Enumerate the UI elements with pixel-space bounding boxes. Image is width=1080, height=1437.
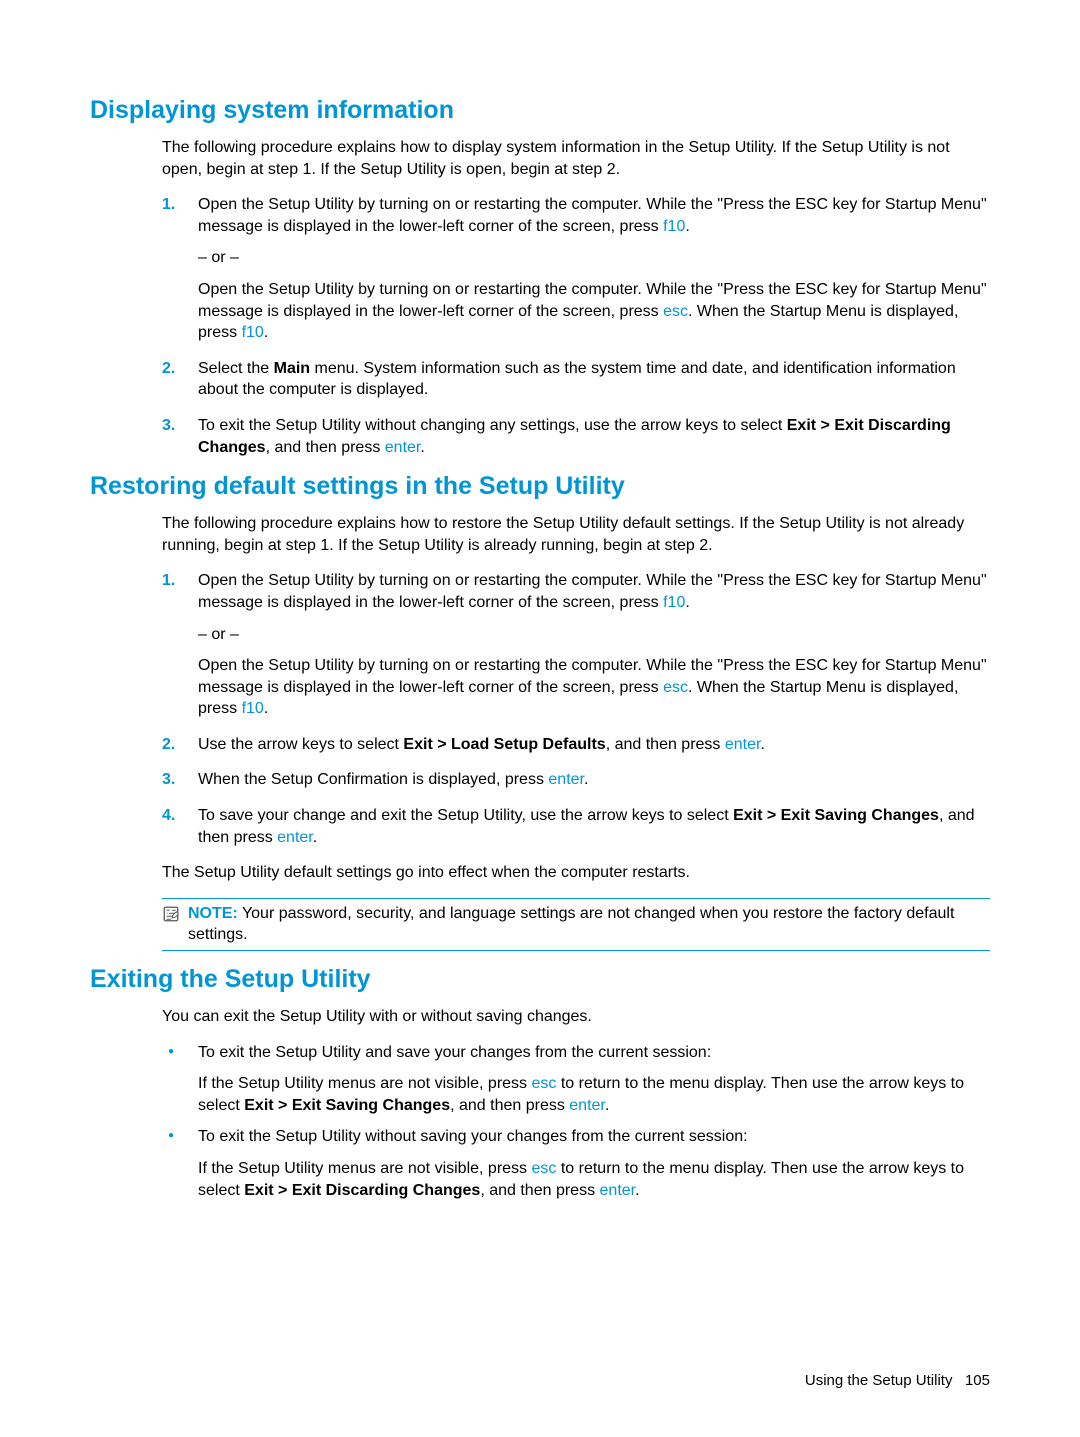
text: . (635, 1182, 639, 1199)
bullet-discard-changes: To exit the Setup Utility without saving… (162, 1126, 990, 1201)
intro-paragraph: The following procedure explains how to … (162, 513, 990, 556)
page-number: 105 (965, 1372, 990, 1389)
step-number: 3. (162, 769, 175, 791)
text: . (685, 218, 689, 235)
step-number: 1. (162, 194, 175, 216)
step-text: Open the Setup Utility by turning on or … (198, 194, 990, 237)
text: , and then press (266, 439, 385, 456)
bullet-save-changes: To exit the Setup Utility and save your … (162, 1042, 990, 1117)
step-2: 2. Select the Main menu. System informat… (162, 358, 990, 401)
key-enter: enter (277, 829, 313, 846)
step-3: 3. To exit the Setup Utility without cha… (162, 415, 990, 458)
text: , and then press (480, 1182, 599, 1199)
text: If the Setup Utility menus are not visib… (198, 1075, 531, 1092)
text: Open the Setup Utility by turning on or … (198, 572, 987, 611)
text: To save your change and exit the Setup U… (198, 807, 733, 824)
bullet-detail: If the Setup Utility menus are not visib… (198, 1073, 990, 1116)
step-text: Select the Main menu. System information… (198, 358, 990, 401)
text: When the Setup Confirmation is displayed… (198, 771, 548, 788)
step-text: When the Setup Confirmation is displayed… (198, 769, 990, 791)
after-steps-paragraph: The Setup Utility default settings go in… (162, 862, 990, 884)
key-f10: f10 (663, 218, 685, 235)
note-text: Your password, security, and language se… (188, 905, 954, 944)
step-4: 4. To save your change and exit the Setu… (162, 805, 990, 848)
step-text: To exit the Setup Utility without changi… (198, 415, 990, 458)
text: . (264, 700, 268, 717)
step-3: 3. When the Setup Confirmation is displa… (162, 769, 990, 791)
text: menu. System information such as the sys… (198, 360, 956, 399)
note-icon (162, 905, 180, 923)
key-esc: esc (531, 1075, 556, 1092)
step-number: 3. (162, 415, 175, 437)
note-label: NOTE: (188, 905, 238, 922)
text: . (420, 439, 424, 456)
key-esc: esc (663, 679, 688, 696)
key-f10: f10 (663, 594, 685, 611)
text: . (685, 594, 689, 611)
text: To exit the Setup Utility without changi… (198, 417, 787, 434)
key-f10: f10 (242, 700, 264, 717)
or-separator: – or – (198, 247, 990, 269)
bullet-lead: To exit the Setup Utility without saving… (198, 1126, 990, 1148)
key-enter: enter (569, 1097, 605, 1114)
bold-text: Exit > Exit Saving Changes (244, 1097, 450, 1114)
text: Use the arrow keys to select (198, 736, 403, 753)
text: Select the (198, 360, 274, 377)
text: . (760, 736, 764, 753)
step-number: 2. (162, 734, 175, 756)
text: . (313, 829, 317, 846)
step-1: 1. Open the Setup Utility by turning on … (162, 194, 990, 344)
step-1: 1. Open the Setup Utility by turning on … (162, 570, 990, 720)
key-enter: enter (725, 736, 761, 753)
page-footer: Using the Setup Utility 105 (805, 1372, 990, 1389)
text: , and then press (450, 1097, 569, 1114)
step-text: To save your change and exit the Setup U… (198, 805, 990, 848)
step-number: 2. (162, 358, 175, 380)
text: If the Setup Utility menus are not visib… (198, 1160, 531, 1177)
bold-text: Main (274, 360, 310, 377)
step-number: 4. (162, 805, 175, 827)
step-text-alt: Open the Setup Utility by turning on or … (198, 655, 990, 720)
key-esc: esc (531, 1160, 556, 1177)
text: Open the Setup Utility by turning on or … (198, 196, 987, 235)
key-enter: enter (385, 439, 421, 456)
bullet-lead: To exit the Setup Utility and save your … (198, 1042, 990, 1064)
note-content: NOTE: Your password, security, and langu… (188, 903, 990, 946)
step-2: 2. Use the arrow keys to select Exit > L… (162, 734, 990, 756)
bold-text: Exit > Exit Saving Changes (733, 807, 939, 824)
key-f10: f10 (242, 324, 264, 341)
key-enter: enter (600, 1182, 636, 1199)
heading-exiting-setup-utility: Exiting the Setup Utility (90, 965, 990, 994)
bold-text: Exit > Exit Discarding Changes (244, 1182, 480, 1199)
step-text: Open the Setup Utility by turning on or … (198, 570, 990, 613)
bold-text: Exit > Load Setup Defaults (403, 736, 605, 753)
step-number: 1. (162, 570, 175, 592)
step-text: Use the arrow keys to select Exit > Load… (198, 734, 990, 756)
step-text-alt: Open the Setup Utility by turning on or … (198, 279, 990, 344)
or-separator: – or – (198, 624, 990, 646)
bullet-detail: If the Setup Utility menus are not visib… (198, 1158, 990, 1201)
intro-paragraph: The following procedure explains how to … (162, 137, 990, 180)
intro-paragraph: You can exit the Setup Utility with or w… (162, 1006, 990, 1028)
heading-restoring-default-settings: Restoring default settings in the Setup … (90, 472, 990, 501)
note-box: NOTE: Your password, security, and langu… (162, 898, 990, 951)
text: . (584, 771, 588, 788)
key-esc: esc (663, 303, 688, 320)
text: , and then press (606, 736, 725, 753)
text: . (264, 324, 268, 341)
footer-title: Using the Setup Utility (805, 1372, 953, 1389)
heading-displaying-system-information: Displaying system information (90, 96, 990, 125)
key-enter: enter (548, 771, 584, 788)
text: . (605, 1097, 609, 1114)
